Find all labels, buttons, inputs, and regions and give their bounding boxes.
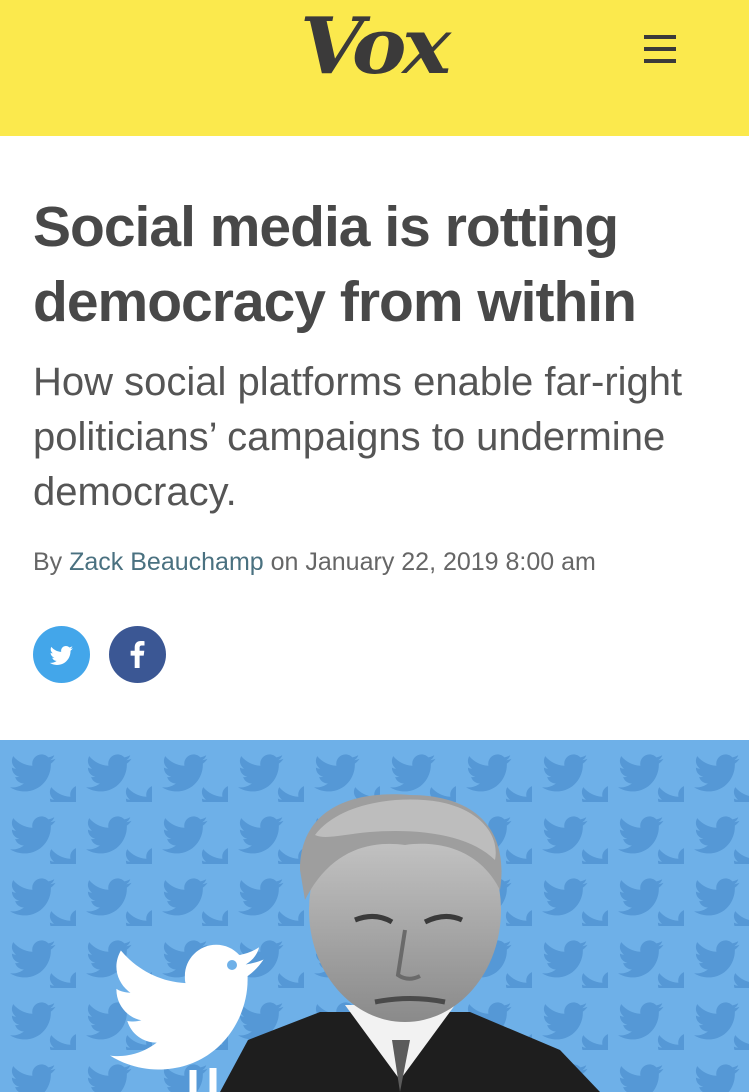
facebook-f-icon	[130, 641, 145, 668]
article-dek: How social platforms enable far-right po…	[33, 360, 683, 514]
twitter-share-button[interactable]	[33, 626, 90, 683]
site-header: Vox	[0, 0, 749, 136]
hero-illustration	[0, 740, 749, 1092]
hero-image	[0, 740, 749, 1092]
facebook-share-button[interactable]	[109, 626, 166, 683]
byline-prefix: By	[33, 548, 70, 576]
menu-line	[644, 59, 676, 63]
menu-line	[644, 47, 676, 51]
article-byline: By Zack Beauchamp on January 22, 2019 8:…	[33, 546, 596, 578]
twitter-bird-icon	[49, 646, 73, 665]
author-link[interactable]: Zack Beauchamp	[69, 548, 264, 576]
menu-line	[644, 35, 676, 39]
byline-middle: on	[263, 548, 306, 576]
vox-logo[interactable]: Vox	[300, 8, 451, 86]
hamburger-menu-icon[interactable]	[640, 33, 682, 69]
publish-date: January 22, 2019 8:00 am	[305, 548, 596, 576]
article-headline: Social media is rotting democracy from w…	[33, 195, 637, 334]
